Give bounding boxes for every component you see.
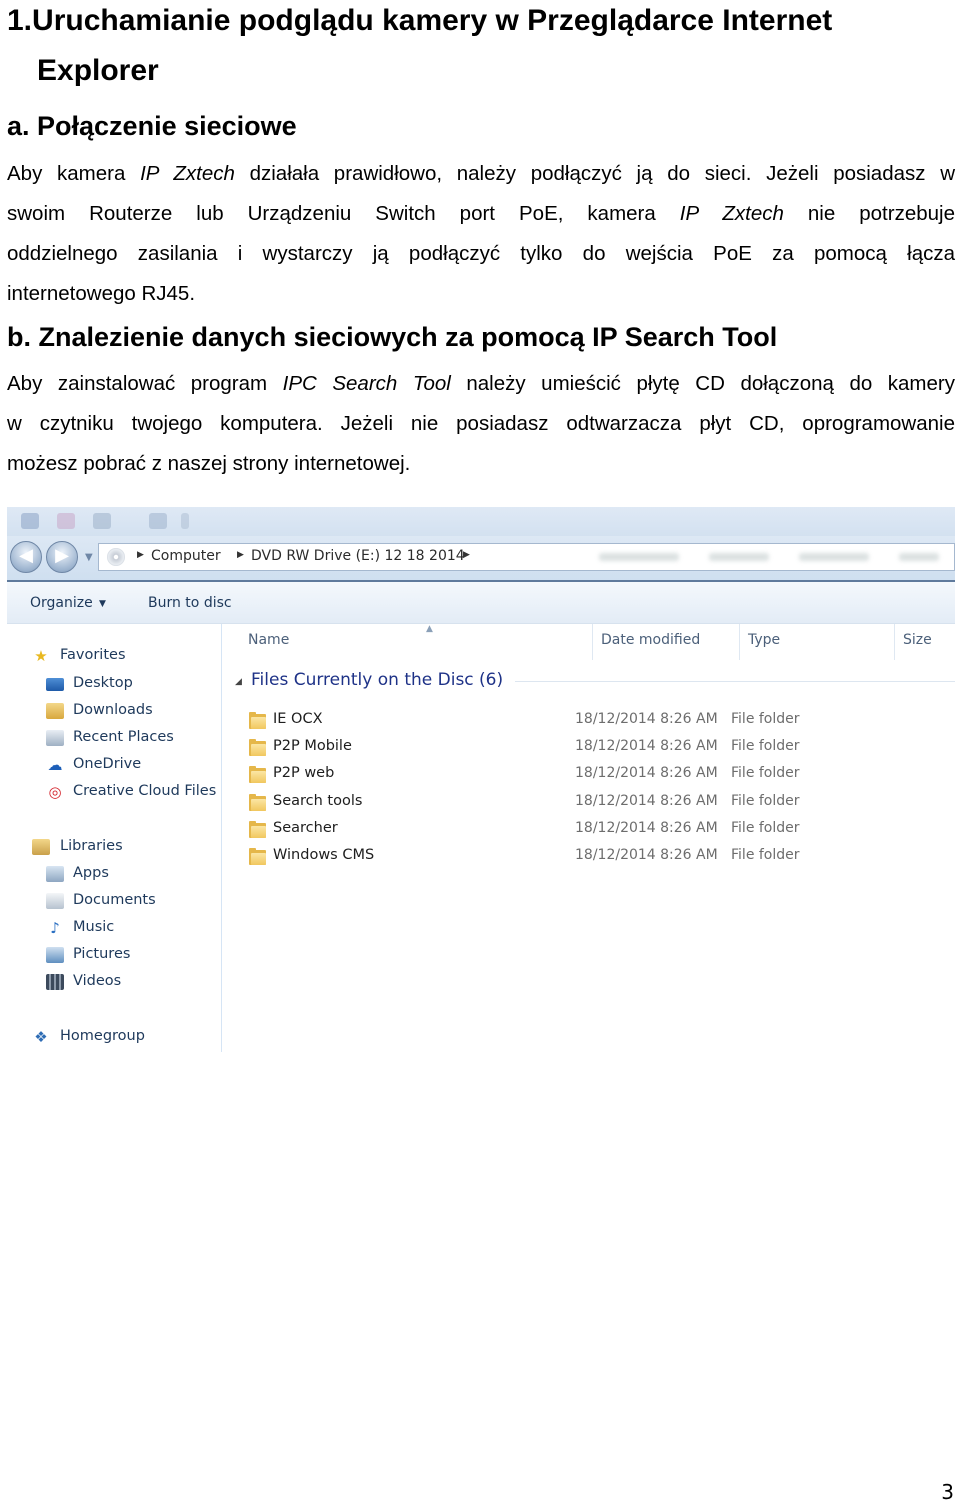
folder-icon: [249, 820, 266, 838]
address-row: ◀ ▶ ▼ ▶ Computer ▶ DVD RW Drive (E:) 12 …: [7, 536, 955, 580]
videos-icon: [46, 974, 64, 990]
file-list-pane: Name ▲ Date modified Type Size ◢ Files C…: [223, 624, 955, 1052]
forward-arrow-icon: ▶: [55, 545, 69, 566]
quick-access-toolbar: [7, 507, 955, 536]
star-icon: ★: [34, 647, 48, 665]
breadcrumb-separator-icon[interactable]: ▶: [463, 550, 470, 560]
recent-pages-dropdown-icon[interactable]: ▼: [85, 552, 93, 563]
folder-icon: [249, 793, 266, 811]
heading-1: 1.Uruchamianie podglądu kamery w Przeglą…: [7, 0, 955, 42]
file-row[interactable]: Searcher 18/12/2014 8:26 AM File folder: [249, 817, 955, 844]
explorer-screenshot: ◀ ▶ ▼ ▶ Computer ▶ DVD RW Drive (E:) 12 …: [7, 507, 955, 1052]
file-type: File folder: [731, 765, 800, 782]
file-name: P2P web: [273, 765, 335, 782]
file-date-modified: 18/12/2014 8:26 AM: [575, 738, 718, 755]
organize-button[interactable]: Organize: [30, 595, 93, 611]
heading-section-a: a. Połączenie sieciowe: [7, 111, 297, 141]
paragraph-line: internetowego RJ45.: [7, 282, 196, 305]
folder-icon: [249, 739, 266, 757]
column-header-name[interactable]: Name ▲: [240, 624, 593, 660]
page-number: 3: [941, 1480, 954, 1504]
file-row[interactable]: P2P Mobile 18/12/2014 8:26 AM File folder: [249, 735, 955, 762]
file-date-modified: 18/12/2014 8:26 AM: [575, 847, 718, 863]
breadcrumb-separator-icon[interactable]: ▶: [137, 550, 144, 560]
paragraph-line: Aby kamera IP Zxtech działała prawidłowo…: [7, 162, 956, 185]
file-name: Search tools: [273, 792, 363, 809]
organize-dropdown-icon[interactable]: ▼: [99, 599, 106, 609]
folder-icon: [249, 712, 266, 729]
documents-icon: [46, 893, 64, 909]
heading-section-b: b. Znalezienie danych sieciowych za pomo…: [7, 322, 778, 352]
properties-icon[interactable]: [21, 513, 39, 529]
heading-1-number: 1.: [7, 4, 33, 37]
forward-button[interactable]: ▶: [46, 541, 78, 573]
paragraph-line: oddzielnego zasilania i wystarczy ją pod…: [7, 242, 955, 265]
folder-icon: [249, 766, 266, 784]
file-type: File folder: [731, 738, 800, 755]
file-name: IE OCX: [273, 711, 323, 727]
back-button[interactable]: ◀: [10, 541, 42, 573]
file-type: File folder: [731, 847, 800, 863]
paragraph-line: Aby zainstalować program IPC Search Tool…: [7, 372, 955, 395]
column-header-date-modified[interactable]: Date modified: [593, 624, 740, 660]
dvd-drive-icon: [107, 548, 125, 566]
file-type: File folder: [731, 819, 800, 836]
downloads-icon: [46, 703, 64, 719]
music-icon: ♪: [50, 919, 60, 937]
paragraph-line: swoim Routerze lub Urządzeniu Switch por…: [7, 202, 955, 225]
customize-arrow-icon[interactable]: [181, 513, 189, 529]
undo-icon[interactable]: [93, 513, 111, 529]
back-arrow-icon: ◀: [19, 545, 33, 566]
sort-ascending-icon: ▲: [426, 624, 433, 634]
creative-cloud-icon: ◎: [48, 783, 62, 801]
folder-icon: [249, 848, 266, 865]
breadcrumb-separator-icon[interactable]: ▶: [237, 550, 244, 560]
paragraph-network: Aby kamera IP Zxtech działała prawidłowo…: [7, 154, 955, 314]
file-name: P2P Mobile: [273, 738, 352, 755]
file-name: Searcher: [273, 819, 338, 836]
command-bar: Organize ▼ Burn to disc: [7, 580, 955, 624]
file-date-modified: 18/12/2014 8:26 AM: [575, 711, 718, 727]
file-row[interactable]: Windows CMS 18/12/2014 8:26 AM File folder: [249, 844, 955, 871]
homegroup-icon: ❖: [34, 1028, 48, 1046]
group-divider: [515, 681, 955, 682]
refresh-icon[interactable]: [149, 513, 167, 529]
recent-places-icon: [46, 730, 64, 746]
file-name: Windows CMS: [273, 847, 375, 863]
libraries-icon: [32, 839, 50, 855]
breadcrumb-computer[interactable]: Computer: [151, 548, 221, 564]
group-header[interactable]: Files Currently on the Disc (6): [251, 670, 503, 690]
column-header-size[interactable]: Size: [895, 624, 955, 660]
file-date-modified: 18/12/2014 8:26 AM: [575, 765, 718, 782]
navigation-pane: ★ Favorites Desktop Downloads Recent Pla…: [7, 624, 222, 1052]
breadcrumb-dvd-drive[interactable]: DVD RW Drive (E:) 12 18 2014: [251, 548, 465, 564]
heading-1-continued: Explorer: [37, 54, 159, 87]
desktop-icon: [46, 678, 64, 691]
file-date-modified: 18/12/2014 8:26 AM: [575, 819, 718, 836]
blurred-toolbar-area: [599, 547, 949, 567]
column-header-type[interactable]: Type: [740, 624, 895, 660]
apps-icon: [46, 866, 64, 882]
onedrive-icon: ☁: [47, 756, 63, 774]
paragraph-line: możesz pobrać z naszej strony internetow…: [7, 452, 411, 475]
pictures-icon: [46, 947, 64, 963]
burn-to-disc-button[interactable]: Burn to disc: [148, 595, 232, 611]
heading-1-title: Uruchamianie podglądu kamery w Przegląda…: [32, 4, 833, 37]
file-type: File folder: [731, 711, 800, 727]
file-row[interactable]: Search tools 18/12/2014 8:26 AM File folde…: [249, 790, 955, 817]
file-row[interactable]: P2P web 18/12/2014 8:26 AM File folder: [249, 762, 955, 789]
address-bar[interactable]: ▶ Computer ▶ DVD RW Drive (E:) 12 18 201…: [98, 543, 955, 571]
new-folder-icon[interactable]: [57, 513, 75, 529]
collapse-group-icon[interactable]: ◢: [235, 677, 242, 687]
file-date-modified: 18/12/2014 8:26 AM: [575, 792, 718, 809]
paragraph-search-tool: Aby zainstalować program IPC Search Tool…: [7, 364, 955, 484]
paragraph-line: w czytniku twojego komputera. Jeżeli nie…: [7, 412, 955, 435]
file-row[interactable]: IE OCX 18/12/2014 8:26 AM File folder: [249, 708, 955, 735]
file-type: File folder: [731, 792, 800, 809]
